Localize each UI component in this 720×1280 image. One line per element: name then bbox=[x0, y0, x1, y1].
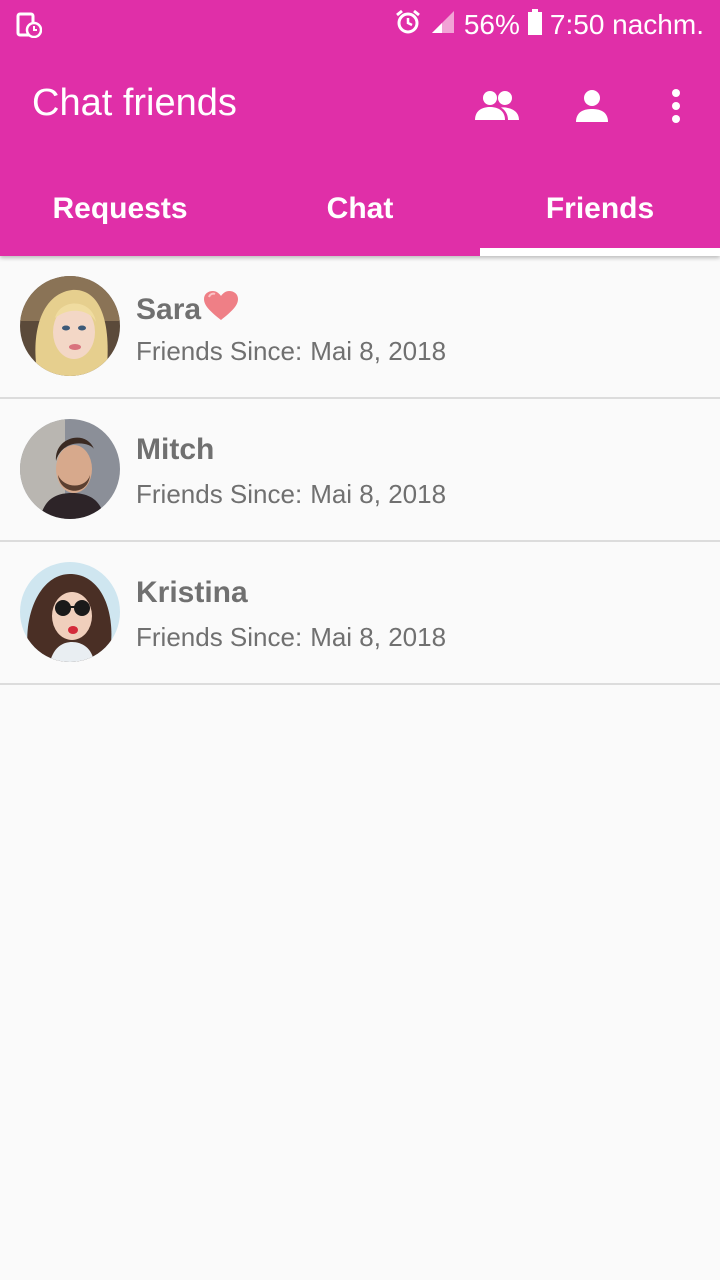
more-vert-icon[interactable] bbox=[651, 84, 701, 128]
friend-name-text: Sara bbox=[136, 293, 202, 326]
signal-icon bbox=[430, 9, 456, 42]
screen-time-icon bbox=[16, 12, 43, 43]
list-item[interactable]: Kristina Friends Since: Mai 8, 2018 bbox=[0, 542, 720, 685]
friend-name: Kristina bbox=[136, 576, 248, 609]
friend-name: Mitch bbox=[136, 433, 215, 466]
friends-since-date: Mai 8, 2018 bbox=[310, 622, 447, 652]
status-bar: 56% 7:50 nachm. bbox=[0, 0, 720, 50]
friends-since-label: Friends Since: bbox=[136, 479, 303, 509]
friends-since-label: Friends Since: bbox=[136, 622, 303, 652]
status-right: 56% 7:50 nachm. bbox=[394, 8, 704, 42]
app-header: 56% 7:50 nachm. Chat friends Requests Ch… bbox=[0, 0, 720, 256]
clock-time: 7:50 nachm. bbox=[549, 9, 704, 40]
heart-icon bbox=[203, 290, 239, 330]
avatar[interactable] bbox=[20, 276, 120, 376]
tab-chat[interactable]: Chat bbox=[240, 162, 480, 256]
friends-since-date: Mai 8, 2018 bbox=[310, 479, 447, 509]
alarm-icon bbox=[394, 8, 422, 43]
friends-since-label: Friends Since: bbox=[136, 336, 303, 366]
avatar[interactable] bbox=[20, 562, 120, 662]
tab-requests[interactable]: Requests bbox=[0, 162, 240, 256]
person-icon[interactable] bbox=[567, 84, 617, 128]
friends-since: Friends Since: Mai 8, 2018 bbox=[136, 479, 454, 510]
app-title: Chat friends bbox=[32, 82, 237, 124]
friends-since: Friends Since: Mai 8, 2018 bbox=[136, 622, 454, 653]
avatar[interactable] bbox=[20, 419, 120, 519]
battery-percent: 56% bbox=[463, 9, 520, 40]
people-icon[interactable] bbox=[472, 84, 522, 128]
app-bar: Chat friends bbox=[0, 50, 720, 160]
friend-name: Sara bbox=[136, 290, 239, 330]
list-item[interactable]: Mitch Friends Since: Mai 8, 2018 bbox=[0, 399, 720, 542]
friends-since: Friends Since: Mai 8, 2018 bbox=[136, 336, 454, 367]
friends-list: Sara Friends Since: Mai 8, 2018 Mitch Fri… bbox=[0, 256, 720, 685]
battery-icon bbox=[527, 8, 542, 42]
tab-bar: Requests Chat Friends bbox=[0, 162, 720, 256]
friends-since-date: Mai 8, 2018 bbox=[310, 336, 447, 366]
list-item[interactable]: Sara Friends Since: Mai 8, 2018 bbox=[0, 256, 720, 399]
tab-friends[interactable]: Friends bbox=[480, 162, 720, 256]
